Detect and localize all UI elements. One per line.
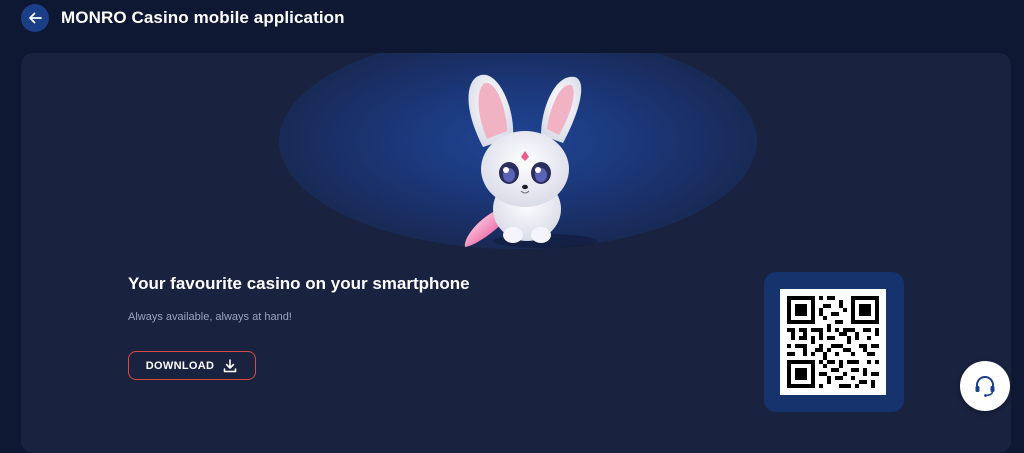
promo-headline: Your favourite casino on your smartphone [128,274,470,293]
app-promo-card: Your favourite casino on your smartphone… [21,53,1011,453]
page-title: MONRO Casino mobile application [61,8,345,27]
arrow-left-icon [29,12,42,24]
headset-icon [975,376,995,397]
qr-code [780,289,886,395]
qr-code-image [787,296,879,388]
download-button[interactable]: DOWNLOAD [128,351,256,380]
download-button-label: DOWNLOAD [145,359,215,372]
promo-subline: Always available, always at hand! [128,311,292,323]
qr-code-panel [764,272,904,412]
back-button[interactable] [21,4,49,32]
fox-mascot-illustration [464,74,597,248]
download-icon [223,358,237,372]
support-chat-button[interactable] [960,361,1010,411]
page-header: MONRO Casino mobile application [0,0,1024,40]
